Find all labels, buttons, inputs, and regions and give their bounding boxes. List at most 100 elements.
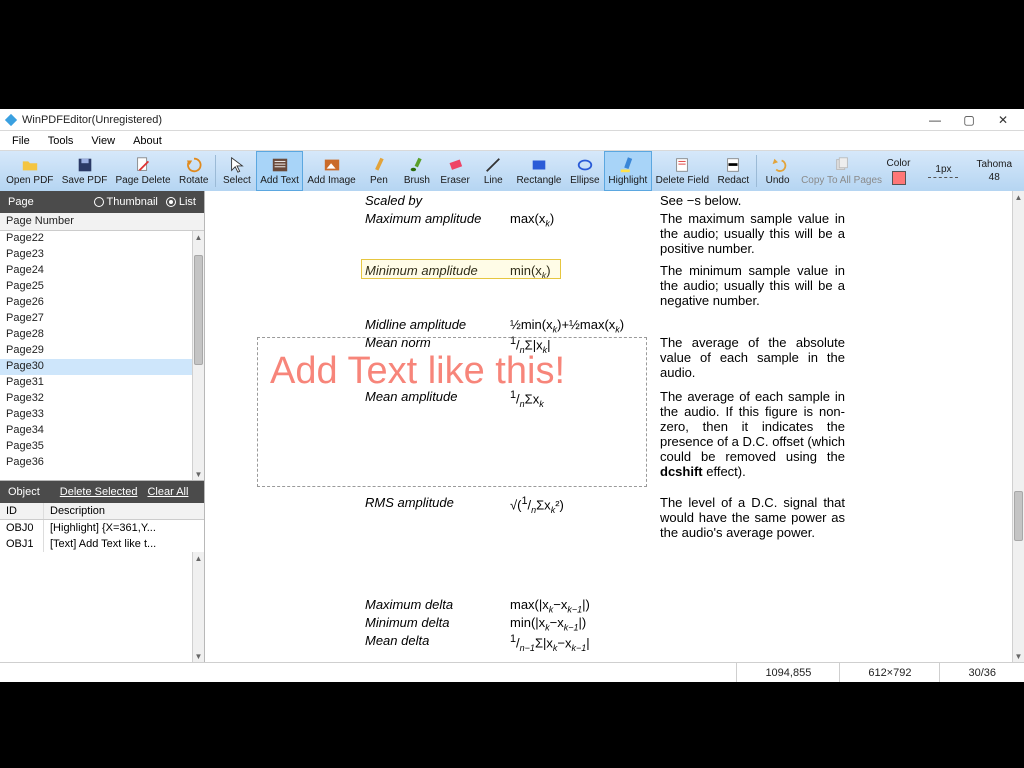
page-list-item[interactable]: Page35 [0, 439, 192, 455]
highlighter-icon [619, 156, 637, 174]
app-icon [4, 113, 18, 127]
delete-selected-link[interactable]: Delete Selected [60, 486, 138, 498]
line-button[interactable]: Line [474, 151, 512, 191]
page-panel-header: Page Thumbnail List [0, 191, 204, 213]
minimize-button[interactable]: — [918, 110, 952, 130]
brush-icon [408, 156, 426, 174]
scroll-thumb[interactable] [1014, 491, 1023, 541]
page-list-item[interactable]: Page28 [0, 327, 192, 343]
doc-desc: The maximum sample value in the audio; u… [660, 211, 845, 256]
menu-file[interactable]: File [4, 133, 38, 149]
highlight-annotation[interactable] [361, 259, 561, 279]
highlight-button[interactable]: Highlight [604, 151, 652, 191]
page-list-item[interactable]: Page24 [0, 263, 192, 279]
page-list-item[interactable]: Page34 [0, 423, 192, 439]
scroll-down-icon[interactable]: ▼ [1013, 650, 1024, 662]
pdf-page: Scaled by See −s below. Maximum amplitud… [235, 191, 985, 662]
object-row[interactable]: OBJ1 [Text] Add Text like t... [0, 536, 204, 552]
object-col-id: ID [0, 503, 44, 519]
maximize-button[interactable]: ▢ [952, 110, 986, 130]
font-picker[interactable]: Tahoma 48 [976, 159, 1012, 183]
page-list-scrollbar[interactable]: ▲ ▼ [192, 231, 204, 480]
clear-all-link[interactable]: Clear All [147, 486, 188, 498]
doc-formula: min(|xk−xk−1|) [510, 615, 586, 633]
page-list-item[interactable]: Page27 [0, 311, 192, 327]
color-picker[interactable]: Color [887, 158, 911, 185]
scroll-thumb[interactable] [194, 255, 203, 365]
scroll-up-icon[interactable]: ▲ [193, 231, 204, 243]
canvas-scrollbar[interactable]: ▲ ▼ [1012, 191, 1024, 662]
rotate-button[interactable]: Rotate [175, 151, 213, 191]
menu-about[interactable]: About [125, 133, 170, 149]
rotate-icon [185, 156, 203, 174]
stroke-width-picker[interactable]: 1px [928, 164, 958, 178]
status-pagesize: 612×792 [839, 663, 939, 682]
page-list-header: Page Number [0, 213, 204, 231]
add-image-button[interactable]: Add Image [303, 151, 360, 191]
doc-formula: √(1/nΣxk²) [510, 495, 564, 515]
page-list-item[interactable]: Page23 [0, 247, 192, 263]
menu-tools[interactable]: Tools [40, 133, 82, 149]
eraser-icon [446, 156, 464, 174]
page-list-item[interactable]: Page29 [0, 343, 192, 359]
add-text-button[interactable]: Add Text [256, 151, 303, 191]
select-button[interactable]: Select [218, 151, 256, 191]
page-list: Page22Page23Page24Page25Page26Page27Page… [0, 231, 204, 480]
rectangle-icon [530, 156, 548, 174]
view-list-radio[interactable]: List [166, 196, 196, 208]
brush-button[interactable]: Brush [398, 151, 436, 191]
page-list-item[interactable]: Page33 [0, 407, 192, 423]
text-icon [271, 156, 289, 174]
ellipse-button[interactable]: Ellipse [566, 151, 604, 191]
scroll-down-icon[interactable]: ▼ [193, 468, 204, 480]
doc-formula: max(|xk−xk−1|) [510, 597, 590, 615]
page-list-item[interactable]: Page36 [0, 455, 192, 471]
status-bar: 1094,855 612×792 30/36 [0, 662, 1024, 682]
doc-desc: The minimum sample value in the audio; u… [660, 263, 845, 308]
menu-view[interactable]: View [83, 133, 123, 149]
menu-bar: File Tools View About [0, 131, 1024, 151]
view-thumbnail-radio[interactable]: Thumbnail [94, 196, 158, 208]
document-canvas[interactable]: Scaled by See −s below. Maximum amplitud… [205, 191, 1024, 662]
eraser-button[interactable]: Eraser [436, 151, 474, 191]
redact-button[interactable]: Redact [713, 151, 754, 191]
doc-label: Midline amplitude [365, 317, 466, 332]
scroll-down-icon[interactable]: ▼ [193, 650, 204, 662]
doc-label: Mean delta [365, 633, 429, 648]
page-list-item[interactable]: Page31 [0, 375, 192, 391]
page-list-item[interactable]: Page25 [0, 279, 192, 295]
object-panel: Object Delete Selected Clear All ID Desc… [0, 480, 204, 662]
delete-field-button[interactable]: Delete Field [652, 151, 713, 191]
page-list-item[interactable]: Page32 [0, 391, 192, 407]
undo-button[interactable]: Undo [759, 151, 797, 191]
page-list-item[interactable]: Page30 [0, 359, 192, 375]
pen-button[interactable]: Pen [360, 151, 398, 191]
object-col-desc: Description [44, 503, 204, 519]
open-pdf-button[interactable]: Open PDF [2, 151, 58, 191]
page-list-item[interactable]: Page26 [0, 295, 192, 311]
object-table-scrollbar[interactable]: ▲ ▼ [192, 552, 204, 662]
copy-all-pages-button[interactable]: Copy To All Pages [797, 151, 887, 191]
image-icon [323, 156, 341, 174]
object-row[interactable]: OBJ0 [Highlight] {X=361,Y... [0, 520, 204, 536]
scroll-up-icon[interactable]: ▲ [1013, 191, 1024, 203]
cursor-icon [228, 156, 246, 174]
text-annotation[interactable]: Add Text like this! [257, 337, 647, 487]
close-button[interactable]: ✕ [986, 110, 1020, 130]
page-list-item[interactable]: Page22 [0, 231, 192, 247]
doc-desc: The average of each sample in the audio.… [660, 389, 845, 479]
doc-formula: ½min(xk)+½max(xk) [510, 317, 624, 335]
doc-desc: The average of the absolute value of eac… [660, 335, 845, 380]
doc-label: Maximum amplitude [365, 211, 481, 226]
main-body: Page Thumbnail List Page Number Page22Pa… [0, 191, 1024, 662]
redact-icon [724, 156, 742, 174]
page-delete-icon [134, 156, 152, 174]
status-pageof: 30/36 [939, 663, 1024, 682]
rectangle-button[interactable]: Rectangle [512, 151, 565, 191]
page-delete-button[interactable]: Page Delete [111, 151, 174, 191]
floppy-icon [76, 156, 94, 174]
doc-label: Minimum delta [365, 615, 450, 630]
scroll-up-icon[interactable]: ▲ [193, 552, 204, 564]
doc-label: RMS amplitude [365, 495, 454, 510]
save-pdf-button[interactable]: Save PDF [58, 151, 112, 191]
